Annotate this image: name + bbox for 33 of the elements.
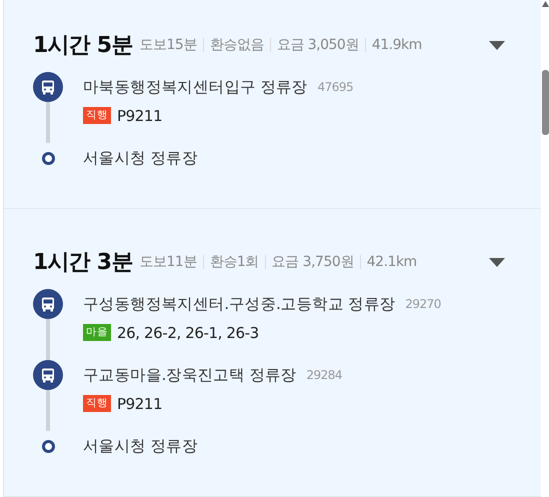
route-info: 도보11분 [139,255,198,269]
bus-icon [33,289,63,319]
bus-numbers: P9211 [117,394,162,412]
bus-icon [33,72,63,102]
bus-numbers: P9211 [117,106,162,124]
route-info: 요금 3,050원 [270,38,365,52]
route-duration: 1시간 5분 [33,32,132,60]
stop-code: 47695 [317,80,354,94]
route-info: 도보15분 [139,38,198,52]
caret-icon[interactable] [489,40,505,50]
scroll-up-icon[interactable] [542,1,549,7]
bus-type-tag: 직행 [83,395,111,412]
route-info: 환승없음 [202,38,270,52]
stop-name: 서울시청 정류장 [83,436,198,456]
destination-icon [42,152,54,165]
route-info: 환승1회 [202,255,265,269]
stop-code: 29284 [306,368,342,382]
route-duration: 1시간 3분 [33,249,132,277]
route-info: 41.9km [364,38,428,52]
stop-name: 서울시청 정류장 [83,148,198,168]
route-info: 요금 3,750원 [264,255,360,269]
bus-type-tag: 직행 [83,107,111,124]
bus-numbers: 26, 26-2, 26-1, 26-3 [117,324,259,342]
stop-name: 구교동마을.장욱진고택 정류장 [83,364,296,386]
bus-icon [33,360,63,390]
caret-icon[interactable] [489,258,505,266]
stop-name: 구성동행정복지센터.구성중.고등학교 정류장 [83,294,396,314]
destination-icon [42,440,54,453]
stop-code: 29270 [405,297,441,311]
route-info: 42.1km [360,255,423,269]
scroll-thumb[interactable] [542,70,549,135]
stop-name: 마북동행정복지센터입구 정류장 [83,76,308,98]
bus-type-tag: 마을 [83,324,111,341]
